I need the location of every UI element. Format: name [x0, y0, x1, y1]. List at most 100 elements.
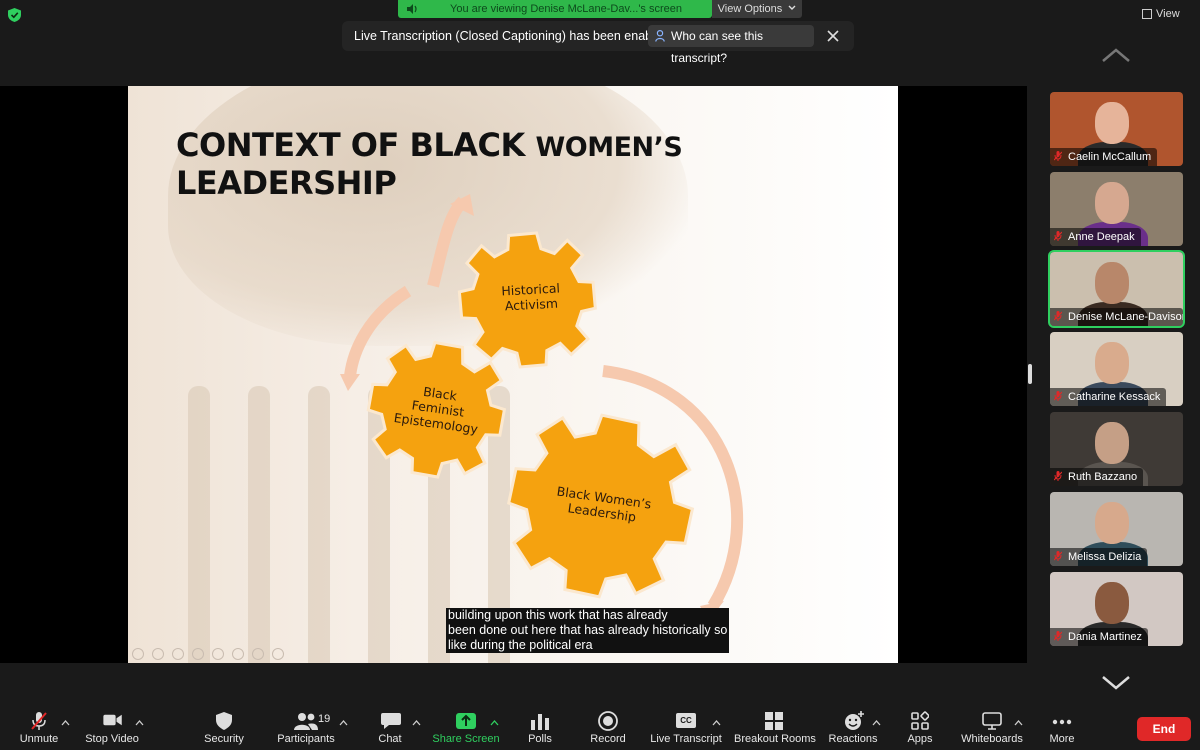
reactions-button[interactable]: Reactions: [828, 705, 878, 750]
muted-microphone-icon: [1054, 471, 1062, 481]
chevron-down-icon: [788, 5, 796, 10]
breakout-rooms-icon: [765, 712, 783, 730]
caption-line: like during the political era: [448, 638, 593, 652]
participant-tile[interactable]: Melissa Delizia: [1050, 492, 1183, 566]
participant-name-tag: Melissa Delizia: [1050, 548, 1148, 566]
video-camera-icon: [103, 714, 122, 726]
end-meeting-button[interactable]: End: [1137, 717, 1191, 741]
more-button[interactable]: More: [1044, 705, 1080, 750]
shield-icon: [216, 712, 232, 730]
view-button[interactable]: View: [1140, 4, 1180, 24]
muted-microphone-icon: [1054, 311, 1062, 321]
chat-label: Chat: [378, 733, 402, 745]
participant-tile[interactable]: Caelin McCallum: [1050, 92, 1183, 166]
whiteboards-options-caret-icon[interactable]: [1014, 720, 1023, 726]
chat-bubble-icon: [381, 713, 401, 729]
who-can-see-transcript-button[interactable]: Who can see this transcript?: [648, 25, 814, 65]
presentation-slide: CONTEXT OF BLACK WOMEN’S LEADERSHIP Hist…: [128, 86, 898, 663]
live-transcript-button[interactable]: CC Live Transcript: [648, 705, 724, 750]
next-slide-icon[interactable]: [152, 648, 164, 660]
reactions-label: Reactions: [828, 733, 878, 745]
transcript-options-caret-icon[interactable]: [712, 720, 721, 726]
closed-caption-icon: CC: [676, 713, 696, 728]
gallery-scroll-down-icon[interactable]: [1100, 674, 1132, 692]
meeting-toolbar: Unmute Stop Video Security 19 Participan…: [0, 705, 1200, 750]
share-options-caret-icon[interactable]: [490, 720, 499, 726]
whiteboards-label: Whiteboards: [961, 733, 1023, 745]
apps-icon: [911, 711, 929, 730]
unmute-label: Unmute: [19, 733, 59, 745]
close-icon[interactable]: [826, 29, 840, 43]
share-banner-text: You are viewing Denise McLane-Dav...'s s…: [450, 3, 682, 15]
participant-name-tag: Anne Deepak: [1050, 228, 1141, 246]
more-options-icon[interactable]: [272, 648, 284, 660]
unmute-button[interactable]: Unmute: [10, 705, 68, 750]
participant-tile[interactable]: Anne Deepak: [1050, 172, 1183, 246]
gears-diagram: [340, 194, 744, 621]
participant-name-tag: Caelin McCallum: [1050, 148, 1158, 166]
split-resize-handle[interactable]: [1028, 364, 1032, 384]
gear-label-historical-activism: Historical Activism: [487, 280, 574, 314]
subtitles-icon[interactable]: [232, 648, 244, 660]
cycle-arrow: [427, 196, 468, 288]
muted-microphone-icon: [1054, 631, 1062, 641]
slideshow-controls: [132, 647, 302, 660]
audio-options-caret-icon[interactable]: [61, 720, 70, 726]
previous-slide-icon[interactable]: [132, 648, 144, 660]
who-can-see-label: Who can see this transcript?: [671, 29, 764, 65]
camera-icon[interactable]: [252, 648, 264, 660]
apps-label: Apps: [907, 733, 933, 745]
zoom-icon[interactable]: [212, 648, 224, 660]
breakout-rooms-button[interactable]: Breakout Rooms: [734, 705, 816, 750]
live-transcription-notification: Live Transcription (Closed Captioning) h…: [342, 21, 854, 65]
reactions-options-caret-icon[interactable]: [872, 720, 881, 726]
participant-name: Catharine Kessack: [1068, 391, 1161, 403]
participant-tile[interactable]: Catharine Kessack: [1050, 332, 1183, 406]
gallery-scroll-up-icon[interactable]: [1100, 46, 1132, 64]
security-button[interactable]: Security: [198, 705, 250, 750]
muted-microphone-icon: [1054, 391, 1062, 401]
record-button[interactable]: Record: [586, 705, 630, 750]
share-screen-arrow-icon: [456, 713, 476, 729]
pen-icon[interactable]: [172, 648, 184, 660]
video-options-caret-icon[interactable]: [135, 720, 144, 726]
participant-tile[interactable]: Denise McLane-Davison...: [1048, 250, 1185, 328]
speaker-icon: [407, 4, 417, 14]
slides-icon[interactable]: [192, 648, 204, 660]
stop-video-button[interactable]: Stop Video: [82, 705, 142, 750]
screen-share-banner: You are viewing Denise McLane-Dav...'s s…: [398, 0, 712, 18]
chat-button[interactable]: Chat: [370, 705, 410, 750]
participant-face: [1095, 342, 1129, 384]
live-transcript-label: Live Transcript: [650, 733, 722, 745]
smiley-icon: [845, 711, 864, 730]
whiteboards-button[interactable]: Whiteboards: [960, 705, 1024, 750]
grid-view-icon: [1142, 9, 1152, 19]
share-screen-button[interactable]: Share Screen: [430, 705, 502, 750]
view-options-label: View Options: [717, 3, 783, 15]
participant-tile[interactable]: Dania Martinez: [1050, 572, 1183, 646]
participant-face: [1095, 182, 1129, 224]
more-dots-icon: [1052, 719, 1072, 725]
share-screen-label: Share Screen: [432, 733, 500, 745]
apps-button[interactable]: Apps: [902, 705, 938, 750]
live-caption: building upon this work that has already…: [446, 608, 730, 653]
live-transcription-message: Live Transcription (Closed Captioning) h…: [354, 29, 669, 43]
participant-name-tag: Catharine Kessack: [1050, 388, 1167, 406]
person-icon: [655, 30, 665, 42]
participant-face: [1095, 102, 1129, 144]
participant-count: 19: [318, 713, 331, 725]
participants-label: Participants: [277, 733, 335, 745]
chat-options-caret-icon[interactable]: [412, 720, 421, 726]
cycle-arrow-head: [340, 374, 360, 391]
security-shield-icon[interactable]: [8, 8, 21, 22]
security-label: Security: [204, 733, 244, 745]
view-options-dropdown[interactable]: View Options: [712, 0, 802, 18]
participants-options-caret-icon[interactable]: [339, 720, 348, 726]
polls-button[interactable]: Polls: [522, 705, 558, 750]
muted-microphone-icon: [1054, 231, 1062, 241]
bar-chart-icon: [531, 714, 549, 730]
participant-name: Caelin McCallum: [1068, 151, 1152, 163]
participants-button[interactable]: 19 Participants: [272, 705, 340, 750]
polls-label: Polls: [528, 733, 552, 745]
participant-tile[interactable]: Ruth Bazzano: [1050, 412, 1183, 486]
